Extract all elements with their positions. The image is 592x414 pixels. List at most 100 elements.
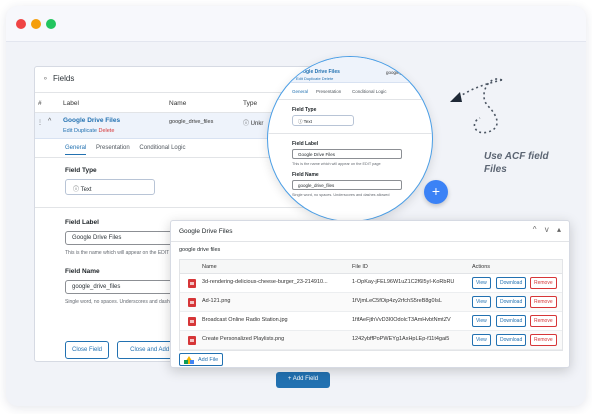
- close-window-dot[interactable]: [16, 19, 26, 29]
- dashed-arrow-icon: [450, 78, 503, 134]
- image-file-icon: [188, 317, 196, 326]
- zoom-row-links: Edit Duplicate Delete: [296, 76, 334, 81]
- col-type: Type: [243, 100, 258, 107]
- field-label-hint: This is the name which will appear on th…: [65, 250, 174, 256]
- zoom-tab-general: General: [292, 89, 309, 94]
- collapse-down-icon[interactable]: v: [545, 225, 549, 234]
- file-name: Create Personalized Playlists.png: [202, 336, 285, 342]
- zoom-tab-conditional: Conditional Logic: [352, 89, 387, 94]
- zoom-field-type-value: Text: [303, 119, 312, 124]
- table-row: Ad-121.png 1fVjmLeC5fOip4zy2rfchS5reB8g0…: [180, 293, 562, 312]
- zoom-tab-presentation: Presentation: [316, 89, 342, 94]
- header-name: Name: [202, 264, 217, 270]
- tab-general[interactable]: General: [65, 145, 87, 155]
- field-name-label: Field Name: [65, 268, 100, 275]
- file-name: 3d-rendering-delicious-cheese-burger_23-…: [202, 279, 328, 285]
- remove-button[interactable]: Remove: [530, 334, 557, 346]
- file-id: 1242ybffPoPWEYg1AxHpLEp-f11t4gai5: [352, 336, 450, 342]
- zoom-divider: [268, 99, 432, 100]
- zoom-field-name-hint: Single word, no spaces. Underscores and …: [292, 193, 390, 197]
- toggle-icon[interactable]: ▴: [557, 225, 561, 234]
- acf-callout-line1: Use ACF field: [484, 151, 549, 162]
- field-label-label: Field Label: [65, 219, 99, 226]
- google-drive-icon: [184, 356, 194, 364]
- drive-files-card: Google Drive Files ^ v ▴ google drive fi…: [170, 220, 570, 368]
- field-type-select[interactable]: ⓘ Text: [65, 179, 155, 195]
- add-field-button[interactable]: + Add Field: [276, 372, 330, 388]
- files-table-header: Name File ID Actions: [180, 260, 562, 274]
- minimize-window-dot[interactable]: [31, 19, 41, 29]
- acf-callout: Use ACF field Files: [484, 150, 549, 176]
- image-file-icon: [188, 298, 196, 307]
- remove-button[interactable]: Remove: [530, 277, 557, 289]
- add-file-label: Add File: [198, 357, 219, 363]
- zoom-field-label-label: Field Label: [292, 141, 319, 147]
- file-id: 1-OpKay-jFEL96W1uZ1C2f6l5yI-KoRbRU: [352, 279, 455, 285]
- remove-button[interactable]: Remove: [530, 315, 557, 327]
- col-order: #: [38, 100, 42, 107]
- zoom-field-title: Google Drive Files: [296, 69, 340, 75]
- view-button[interactable]: View: [472, 334, 491, 346]
- add-plus-button[interactable]: +: [424, 180, 448, 204]
- header-actions: Actions: [472, 264, 491, 270]
- view-button[interactable]: View: [472, 296, 491, 308]
- tab-conditional-logic[interactable]: Conditional Logic: [139, 145, 185, 151]
- download-button[interactable]: Download: [496, 315, 527, 327]
- zoom-field-type-label: Field Type: [292, 107, 317, 113]
- field-name-hint: Single word, no spaces. Underscores and …: [65, 299, 173, 305]
- duplicate-link[interactable]: Duplicate: [74, 128, 97, 134]
- zoom-field-key: google_d: [386, 70, 405, 75]
- row-drag-handle[interactable]: ⋮: [37, 119, 43, 126]
- col-label: Label: [63, 100, 79, 107]
- link-icon: ⚬: [42, 74, 49, 83]
- card-controls: ^ v ▴: [527, 225, 561, 234]
- remove-button[interactable]: Remove: [530, 296, 557, 308]
- file-name: Broadcast Online Radio Station.jpg: [202, 317, 288, 323]
- files-table: Name File ID Actions 3d-rendering-delici…: [179, 259, 563, 351]
- tab-presentation[interactable]: Presentation: [96, 145, 130, 151]
- file-name: Ad-121.png: [202, 298, 231, 304]
- table-row: Broadcast Online Radio Station.jpg 1fifA…: [180, 312, 562, 331]
- header-file-id: File ID: [352, 264, 368, 270]
- drive-card-title: Google Drive Files: [179, 228, 233, 235]
- divider: [35, 207, 333, 208]
- close-field-button[interactable]: Close Field: [65, 341, 109, 359]
- download-button[interactable]: Download: [496, 296, 527, 308]
- zoom-field-name-input: google_drive_files: [292, 180, 402, 190]
- field-label-link[interactable]: Google Drive Files: [63, 117, 120, 124]
- file-id: 1fifAeFjthVvD3I0OdolcT3AmHvbtNmtZV: [352, 317, 451, 323]
- view-button[interactable]: View: [472, 315, 491, 327]
- table-row: Create Personalized Playlists.png 1242yb…: [180, 331, 562, 350]
- maximize-window-dot[interactable]: [46, 19, 56, 29]
- view-button[interactable]: View: [472, 277, 491, 289]
- window-titlebar: [6, 6, 586, 42]
- zoom-magnifier: Google Drive Files Edit Duplicate Delete…: [267, 56, 433, 222]
- delete-link[interactable]: Delete: [98, 128, 114, 134]
- image-file-icon: [188, 279, 196, 288]
- field-name-value: google_drive_files: [169, 119, 214, 125]
- download-button[interactable]: Download: [496, 277, 527, 289]
- field-type-value: ⓘ Unkr: [243, 121, 264, 127]
- table-row: 3d-rendering-delicious-cheese-burger_23-…: [180, 274, 562, 293]
- collapse-up-icon[interactable]: ^: [533, 225, 537, 234]
- add-file-button[interactable]: Add File: [179, 353, 224, 366]
- row-actions: Edit Duplicate Delete: [63, 128, 114, 134]
- fields-title: Fields: [53, 74, 75, 83]
- zoom-field-name-label: Field Name: [292, 172, 319, 178]
- download-button[interactable]: Download: [496, 334, 527, 346]
- zoom-row: [268, 57, 432, 83]
- card-divider: [171, 241, 569, 242]
- drive-card-subtitle: google drive files: [179, 247, 221, 253]
- acf-callout-line2: Files: [484, 164, 507, 175]
- zoom-field-label-hint: This is the name which will appear on th…: [292, 162, 381, 166]
- row-chevron[interactable]: ^: [48, 118, 51, 125]
- field-type-select-value: Text: [80, 187, 92, 193]
- edit-link[interactable]: Edit: [63, 128, 72, 134]
- image-file-icon: [188, 336, 196, 345]
- col-name: Name: [169, 100, 187, 107]
- zoom-divider: [268, 133, 432, 134]
- field-tabs: General Presentation Conditional Logic: [65, 145, 193, 155]
- field-type-label: Field Type: [65, 167, 97, 174]
- file-id: 1fVjmLeC5fOip4zy2rfchS5reB8g0IsL: [352, 298, 442, 304]
- zoom-field-type-pill: ⓘ Text: [292, 115, 354, 126]
